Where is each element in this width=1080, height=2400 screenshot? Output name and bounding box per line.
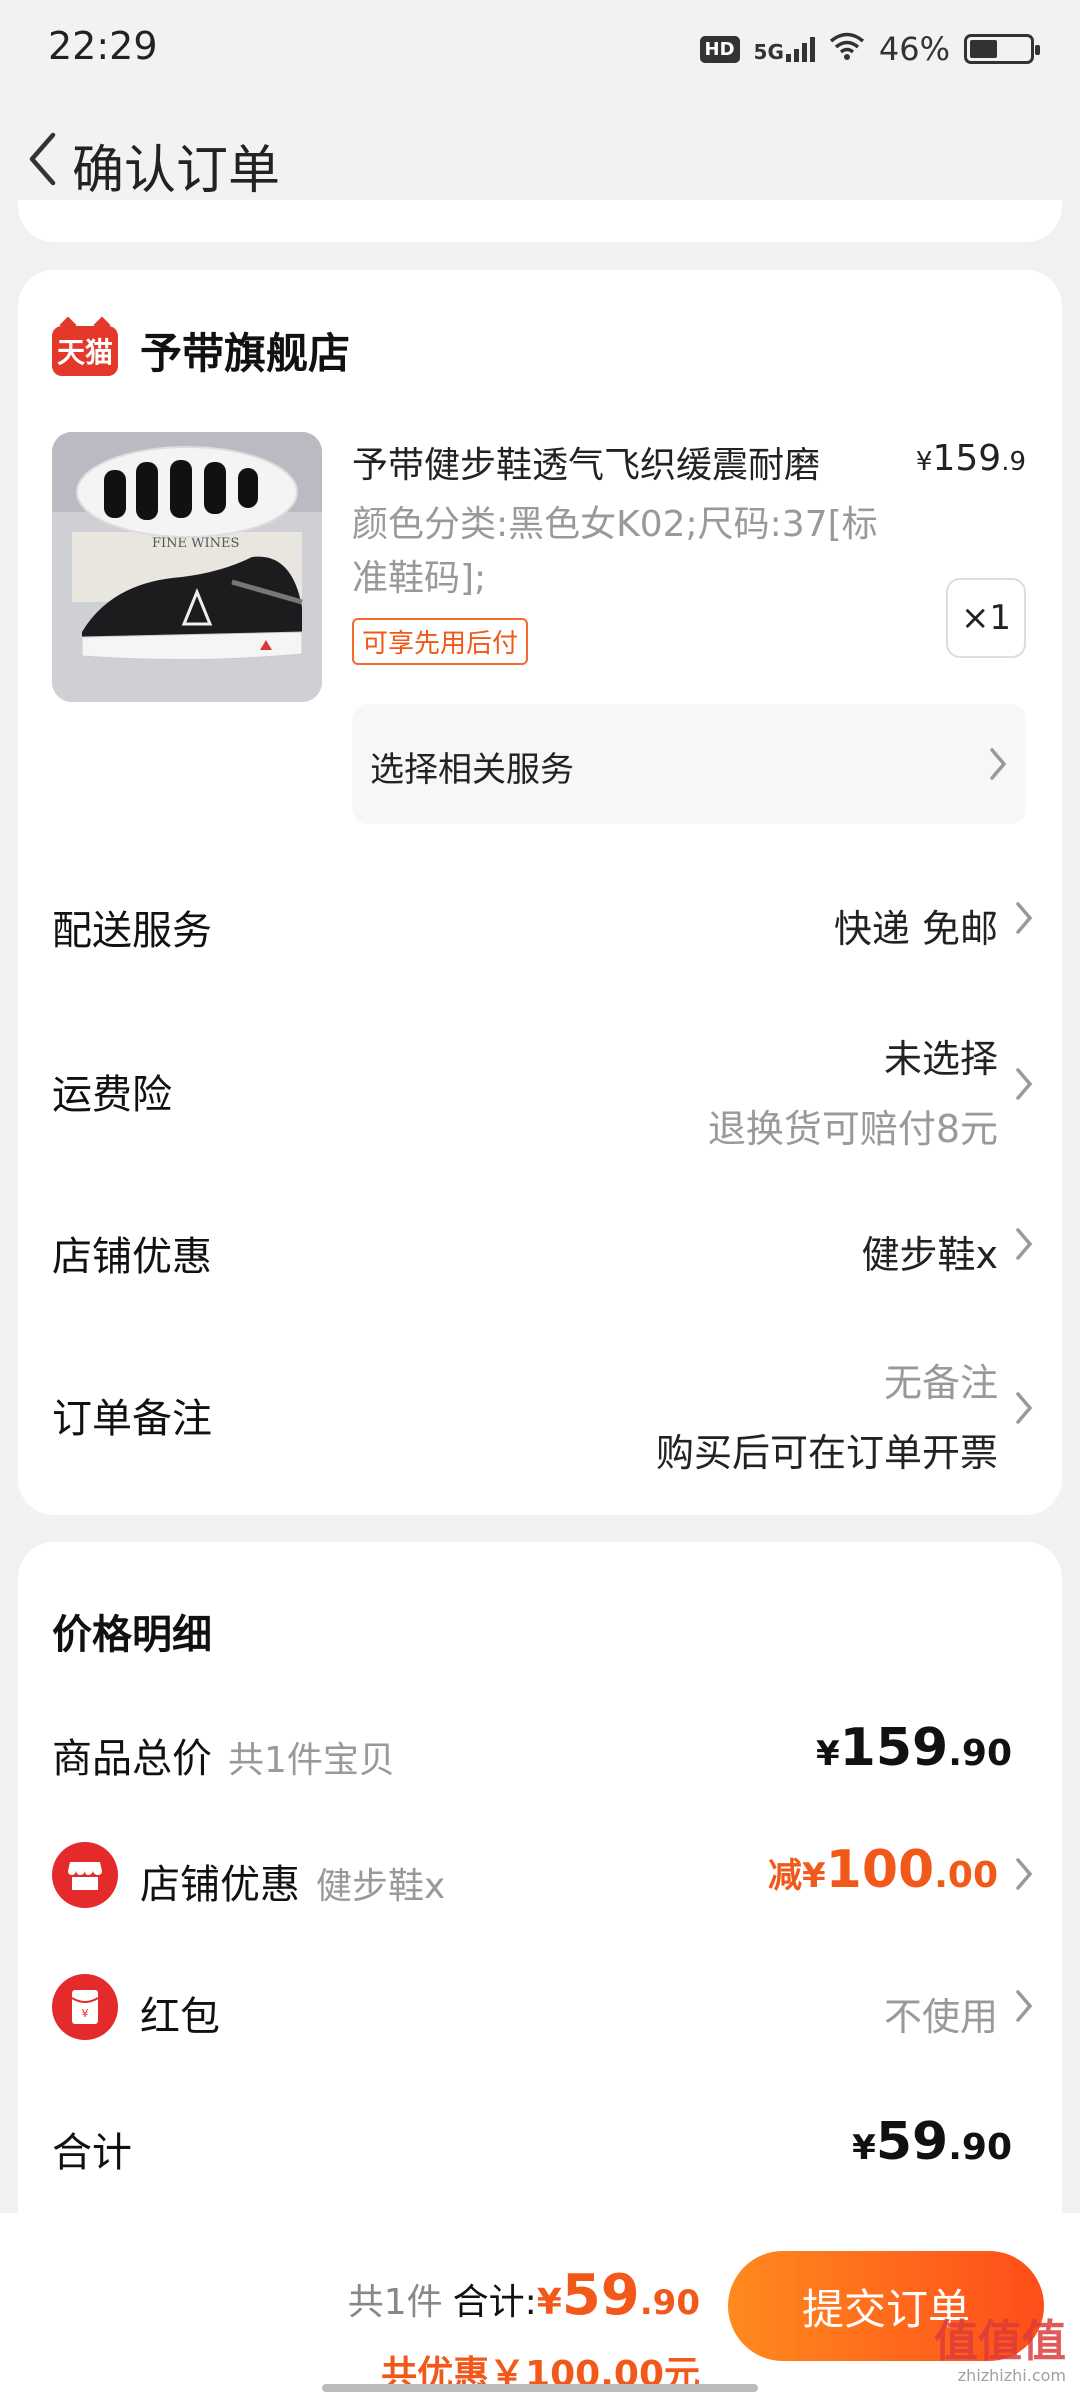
service-selector[interactable]: 选择相关服务 — [352, 704, 1026, 824]
shop-icon — [52, 1842, 118, 1908]
shop-discount-value: 健步鞋x — [861, 1233, 999, 1277]
chevron-right-icon — [990, 748, 1007, 780]
svg-text:¥: ¥ — [82, 2007, 89, 2020]
battery-icon — [964, 34, 1040, 64]
page-title: 确认订单 — [72, 141, 281, 201]
insurance-note: 退换货可赔付8元 — [707, 1107, 998, 1151]
price-detail-title: 价格明细 — [52, 1612, 212, 1658]
delivery-value: 快递 免邮 — [833, 907, 998, 951]
quantity-button[interactable]: ×1 — [946, 578, 1026, 658]
previous-card-edge — [18, 200, 1062, 242]
status-bar: 22:29 HD 5G 46% — [0, 0, 1080, 100]
red-packet-value: 不使用 — [883, 1995, 998, 2039]
status-icons: HD 5G 46% — [699, 30, 1040, 68]
sum-amount: ¥59.90 — [852, 2112, 1012, 2172]
goods-total-amount: ¥159.90 — [816, 1718, 1012, 1778]
chevron-right-icon — [1016, 902, 1033, 934]
chevron-right-icon — [1016, 1068, 1033, 1100]
red-packet-icon: ¥ — [52, 1974, 118, 2040]
signal-icon: 5G — [754, 36, 815, 62]
red-packet-label: 红包 — [140, 1994, 220, 2040]
header: 确认订单 — [0, 110, 1080, 210]
insurance-value: 未选择 — [883, 1037, 998, 1081]
product-price: ¥159.9 — [915, 438, 1026, 479]
chevron-right-icon — [1016, 1858, 1033, 1890]
sum-label: 合计 — [52, 2130, 132, 2176]
discount-amount: 减¥100.00 — [768, 1840, 998, 1900]
chevron-right-icon — [1016, 1392, 1033, 1424]
shop-name: 予带旗舰店 — [140, 329, 351, 378]
watermark: 值值值 zhizhizhi.com — [934, 2316, 1066, 2385]
home-indicator[interactable] — [322, 2384, 758, 2392]
goods-total-label: 商品总价 — [52, 1736, 212, 1782]
shop-discount-label: 店铺优惠 — [52, 1234, 212, 1280]
order-card: 天猫 予带旗舰店 FINE WINES 予带健步鞋透气飞织缓震耐磨 ¥159.9… — [18, 270, 1062, 1515]
wifi-icon — [829, 30, 865, 68]
shop-row[interactable]: 天猫 予带旗舰店 — [52, 320, 350, 381]
tmall-logo: 天猫 — [52, 325, 118, 376]
price-detail-card: 价格明细 商品总价 共1件宝贝 ¥159.90 店铺优惠 健步鞋x 减¥100.00… — [18, 1542, 1062, 2262]
back-icon[interactable] — [12, 124, 72, 194]
discount-detail-sub: 健步鞋x — [316, 1866, 446, 1907]
bottom-total: 共1件 合计:¥59.90 — [348, 2263, 700, 2328]
order-note-label: 订单备注 — [52, 1396, 212, 1442]
order-note-value: 无备注 — [883, 1361, 998, 1405]
product-spec[interactable]: 颜色分类:黑色女K02;尺码:37[标准鞋码]; — [352, 498, 912, 606]
discount-detail-label: 店铺优惠 — [140, 1862, 300, 1908]
bnpl-badge: 可享先用后付 — [352, 618, 529, 665]
bottom-sum-label: 合计: — [452, 2282, 537, 2323]
goods-count: 共1件宝贝 — [228, 1740, 395, 1781]
invoice-hint: 购买后可在订单开票 — [655, 1431, 998, 1475]
status-time: 22:29 — [48, 24, 158, 68]
product-image-text: FINE WINES — [152, 536, 239, 551]
product-title[interactable]: 予带健步鞋透气飞织缓震耐磨 — [352, 436, 892, 488]
insurance-label: 运费险 — [52, 1072, 172, 1118]
delivery-label: 配送服务 — [52, 908, 212, 954]
product-image[interactable]: FINE WINES — [52, 432, 322, 702]
bottom-sum-amount: ¥59.90 — [536, 2263, 700, 2328]
bottom-count: 共1件 — [347, 2282, 443, 2323]
chevron-right-icon — [1016, 1228, 1033, 1260]
bottom-bar: 共1件 合计:¥59.90 共优惠￥100.00元 提交订单 — [0, 2213, 1080, 2400]
hd-icon: HD — [699, 35, 740, 63]
battery-percent: 46% — [878, 30, 950, 68]
service-label: 选择相关服务 — [370, 750, 574, 790]
chevron-right-icon — [1016, 1990, 1033, 2022]
